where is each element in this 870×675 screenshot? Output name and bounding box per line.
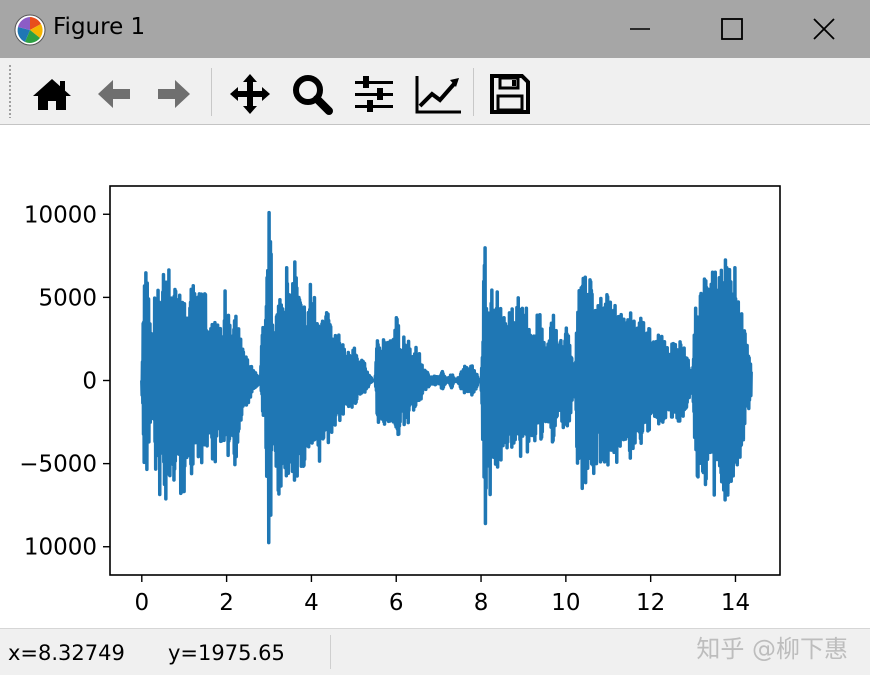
close-icon [813, 18, 835, 40]
zoom-button[interactable] [286, 66, 338, 120]
x-tick-label: 4 [304, 590, 319, 616]
back-button[interactable] [88, 66, 140, 120]
status-bar: x=8.32749 y=1975.65 知乎 @柳下惠 [0, 628, 870, 675]
save-icon [490, 74, 530, 114]
home-button[interactable] [26, 66, 78, 120]
edit-axis-icon [415, 76, 461, 114]
y-tick-label: 5000 [38, 285, 97, 311]
x-tick-label: 0 [134, 590, 149, 616]
y-tick-label: 0 [82, 369, 97, 395]
title-bar: Figure 1 [0, 0, 870, 58]
toolbar-separator [211, 68, 212, 116]
status-separator [330, 635, 331, 669]
x-tick-label: 12 [636, 590, 665, 616]
pan-button[interactable] [224, 66, 276, 120]
save-button[interactable] [484, 66, 536, 120]
window-title: Figure 1 [53, 14, 146, 40]
x-tick-label: 6 [389, 590, 404, 616]
watermark-text: 知乎 @柳下惠 [696, 635, 848, 663]
plot-area[interactable]: 0 2 4 6 8 10 12 14 10000 5000 0 −5000 10000 [0, 125, 870, 628]
minimize-icon [630, 28, 650, 30]
cursor-y-readout: y=1975.65 [168, 641, 285, 665]
y-axis: 10000 5000 0 −5000 10000 [19, 202, 110, 561]
zoom-icon [293, 75, 333, 115]
maximize-button[interactable] [686, 0, 778, 58]
x-tick-label: 10 [551, 590, 580, 616]
figure-canvas[interactable]: 0 2 4 6 8 10 12 14 10000 5000 0 −5000 10000 [0, 125, 870, 628]
x-tick-label: 8 [474, 590, 489, 616]
cursor-x-readout: x=8.32749 [8, 641, 125, 665]
x-axis: 0 2 4 6 8 10 12 14 [134, 575, 750, 616]
pan-icon [230, 74, 270, 114]
close-button[interactable] [778, 0, 870, 58]
x-tick-label: 14 [721, 590, 750, 616]
back-arrow-icon [98, 80, 130, 108]
matplotlib-logo-icon [14, 14, 46, 46]
y-tick-label: 10000 [24, 202, 97, 228]
edit-axis-button[interactable] [410, 66, 462, 120]
minimize-button[interactable] [594, 0, 686, 58]
forward-arrow-icon [158, 80, 190, 108]
forward-button[interactable] [148, 66, 200, 120]
subplots-button[interactable] [348, 66, 400, 120]
toolbar-separator [473, 68, 474, 116]
x-tick-label: 2 [219, 590, 234, 616]
y-tick-label: −5000 [19, 452, 97, 478]
waveform-series-line [140, 210, 753, 545]
toolbar-grip [8, 64, 12, 118]
y-tick-label: 10000 [24, 535, 97, 561]
maximize-icon [721, 18, 743, 40]
subplots-icon [355, 76, 393, 112]
home-icon [33, 79, 71, 110]
